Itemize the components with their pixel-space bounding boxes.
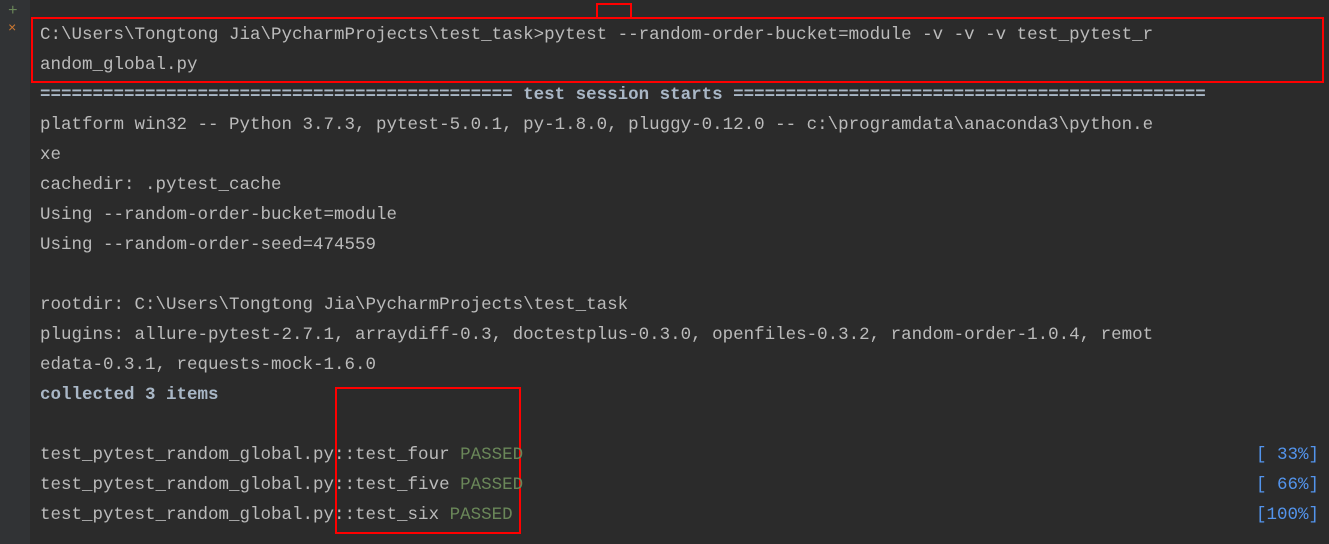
test-status: PASSED [450, 505, 513, 525]
terminal-output[interactable]: C:\Users\Tongtong Jia\PycharmProjects\te… [30, 0, 1329, 538]
test-name: test_pytest_random_global.py::test_six [40, 505, 450, 525]
command-line-2: andom_global.py [40, 50, 1319, 80]
test-percent: [100%] [1256, 500, 1319, 530]
test-result-row: test_pytest_random_global.py::test_six P… [40, 500, 1319, 530]
test-status: PASSED [460, 475, 523, 495]
test-result-row: test_pytest_random_global.py::test_five … [40, 470, 1319, 500]
header-right: ========================================… [723, 85, 1206, 105]
collected-line: collected 3 items [40, 380, 1319, 410]
test-status: PASSED [460, 445, 523, 465]
test-result-row: test_pytest_random_global.py::test_four … [40, 440, 1319, 470]
test-percent: [ 66%] [1256, 470, 1319, 500]
using-seed-line: Using --random-order-seed=474559 [40, 230, 1319, 260]
platform-line-2: xe [40, 140, 1319, 170]
using-bucket-line: Using --random-order-bucket=module [40, 200, 1319, 230]
platform-line-1: platform win32 -- Python 3.7.3, pytest-5… [40, 110, 1319, 140]
rootdir-line: rootdir: C:\Users\Tongtong Jia\PycharmPr… [40, 290, 1319, 320]
test-name: test_pytest_random_global.py::test_five [40, 475, 460, 495]
plugins-line-2: edata-0.3.1, requests-mock-1.6.0 [40, 350, 1319, 380]
header-title: test session starts [523, 85, 723, 105]
cachedir-line: cachedir: .pytest_cache [40, 170, 1319, 200]
session-header: ========================================… [40, 80, 1319, 110]
gutter: + × [0, 0, 30, 544]
command-line-1: C:\Users\Tongtong Jia\PycharmProjects\te… [40, 20, 1319, 50]
test-name: test_pytest_random_global.py::test_four [40, 445, 460, 465]
add-icon[interactable]: + [0, 0, 30, 20]
test-percent: [ 33%] [1256, 440, 1319, 470]
plugins-line-1: plugins: allure-pytest-2.7.1, arraydiff-… [40, 320, 1319, 350]
close-icon[interactable]: × [0, 20, 30, 38]
header-left: ========================================… [40, 85, 523, 105]
